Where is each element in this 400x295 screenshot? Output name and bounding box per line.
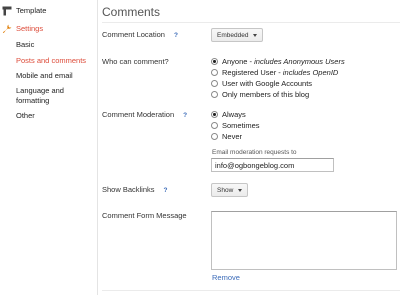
option-note: includes OpenID: [282, 68, 339, 77]
option-text: Always: [222, 110, 246, 119]
who-can-comment-label: Who can comment?: [102, 57, 169, 66]
comments-settings-panel: Comments Comment Location? Embedded Who …: [98, 0, 400, 295]
who-option-registered-user[interactable]: Registered User - includes OpenID: [211, 68, 338, 77]
sidebar-settings-label: Settings: [16, 24, 44, 33]
option-text: User with Google Accounts: [222, 79, 313, 88]
option-text: Sometimes: [222, 121, 260, 130]
comment-location-dropdown[interactable]: Embedded: [211, 28, 264, 42]
comment-location-label: Comment Location: [102, 30, 165, 39]
radio-button[interactable]: [211, 69, 218, 76]
sidebar-template-label: Template: [16, 6, 47, 15]
title-divider: [102, 22, 400, 23]
option-text: Never: [222, 132, 243, 141]
radio-button[interactable]: [211, 111, 218, 118]
moderation-option-always[interactable]: Always: [211, 110, 246, 119]
comment-moderation-row: Comment Moderation?: [102, 110, 187, 119]
radio-button[interactable]: [211, 80, 218, 87]
sidebar-template[interactable]: Template: [2, 5, 46, 16]
moderation-email-field[interactable]: [211, 158, 334, 172]
radio-button[interactable]: [211, 122, 218, 129]
wrench-icon: [2, 24, 12, 34]
comment-location-help-icon[interactable]: ?: [174, 32, 178, 39]
comment-form-message-label: Comment Form Message: [102, 211, 187, 220]
option-text: Registered User: [222, 68, 277, 77]
sidebar-item-other[interactable]: Other: [16, 111, 94, 121]
comment-moderation-label: Comment Moderation: [102, 110, 175, 119]
sidebar-item-basic[interactable]: Basic: [16, 40, 94, 50]
template-icon: [2, 6, 12, 16]
remove-link[interactable]: Remove: [212, 273, 240, 282]
option-text: Only members of this blog: [222, 90, 310, 99]
radio-button[interactable]: [211, 91, 218, 98]
chevron-down-icon: [253, 33, 258, 37]
show-backlinks-row: Show Backlinks?: [102, 185, 168, 194]
show-backlinks-dropdown[interactable]: Show: [211, 183, 249, 197]
who-option-google-accounts[interactable]: User with Google Accounts: [211, 79, 312, 88]
option-text: Anyone: [222, 57, 248, 66]
radio-button[interactable]: [211, 58, 218, 65]
sidebar-settings[interactable]: Settings: [2, 23, 43, 34]
sidebar-item-language-and-formatting[interactable]: Language and formatting: [16, 86, 94, 105]
sidebar-item-mobile-and-email[interactable]: Mobile and email: [16, 71, 94, 81]
show-backlinks-help-icon[interactable]: ?: [164, 187, 168, 194]
moderation-option-never[interactable]: Never: [211, 132, 242, 141]
comment-location-value: Embedded: [217, 31, 249, 39]
email-moderation-caption: Email moderation requests to: [212, 149, 297, 156]
comment-form-message-textarea[interactable]: [211, 211, 397, 270]
show-backlinks-value: Show: [217, 186, 234, 194]
show-backlinks-label: Show Backlinks: [102, 185, 155, 194]
comment-moderation-help-icon[interactable]: ?: [183, 112, 187, 119]
comment-location-row: Comment Location?: [102, 30, 178, 39]
page-title: Comments: [102, 5, 161, 19]
radio-button[interactable]: [211, 133, 218, 140]
who-option-members-only[interactable]: Only members of this blog: [211, 90, 309, 99]
moderation-option-sometimes[interactable]: Sometimes: [211, 121, 260, 130]
sidebar-item-posts-and-comments[interactable]: Posts and comments: [16, 56, 94, 66]
settings-sidebar: Template Settings Basic Posts and commen…: [0, 0, 97, 295]
chevron-down-icon: [238, 188, 243, 192]
who-option-anyone[interactable]: Anyone - includes Anonymous Users: [211, 57, 345, 66]
option-note: includes Anonymous Users: [254, 57, 345, 66]
section-divider: [102, 290, 400, 291]
